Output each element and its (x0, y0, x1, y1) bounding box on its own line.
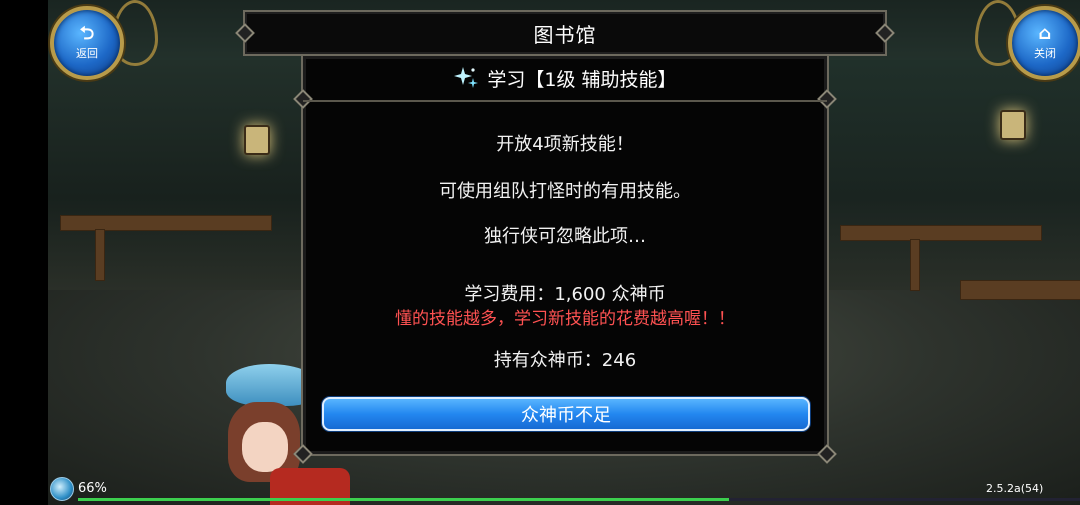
description-line-2: 可使用组队打怪时的有用技能。 (439, 181, 691, 202)
description-line-3: 独行侠可忽略此项… (484, 226, 646, 247)
right-wall (812, 60, 1080, 290)
character-face (242, 422, 288, 472)
dialog-title: 学习【1级 辅助技能】 (487, 68, 677, 91)
loading-progress-bar (78, 498, 1080, 501)
back-button[interactable]: ⮌ 返回 (50, 6, 124, 80)
progress-fill (78, 498, 730, 501)
held-currency: 持有众神币：246 (493, 350, 637, 371)
page-title: 图书馆 (533, 22, 597, 47)
wall-lamp (244, 125, 270, 155)
bench (960, 280, 1080, 300)
bench (60, 215, 272, 231)
back-button-label: 返回 (76, 47, 98, 60)
sparkle-icon (454, 67, 479, 88)
skill-learn-dialog: 学习【1级 辅助技能】 开放4项新技能！ 可使用组队打怪时的有用技能。 独行侠可… (293, 54, 837, 464)
action-button-label: 众神币不足 (521, 405, 611, 426)
dialog-header: 学习【1级 辅助技能】 (303, 56, 827, 102)
title-bar: 图书馆 (235, 10, 895, 56)
bench (840, 225, 1042, 241)
left-wall (48, 60, 303, 290)
bench (95, 229, 105, 281)
battery-percent: 66% (78, 481, 107, 496)
description-line-1: 开放4项新技能！ (496, 134, 634, 155)
insufficient-currency-button[interactable]: 众神币不足 (322, 397, 810, 431)
back-arrow-icon: ⮌ (79, 23, 95, 44)
screen-edge (0, 0, 48, 505)
version-label: 2.5.2a(54) (986, 482, 1044, 495)
home-icon: ⌂ (1038, 23, 1052, 44)
close-button[interactable]: ⌂ 关闭 (1008, 6, 1080, 80)
close-button-label: 关闭 (1034, 47, 1056, 60)
status-orb-icon (50, 477, 74, 501)
learning-cost: 学习费用：1,600 众神币 (464, 284, 666, 305)
cost-warning: 懂的技能越多，学习新技能的花费越高喔！！ (395, 309, 735, 329)
bench (910, 239, 920, 291)
wall-lamp (1000, 110, 1026, 140)
